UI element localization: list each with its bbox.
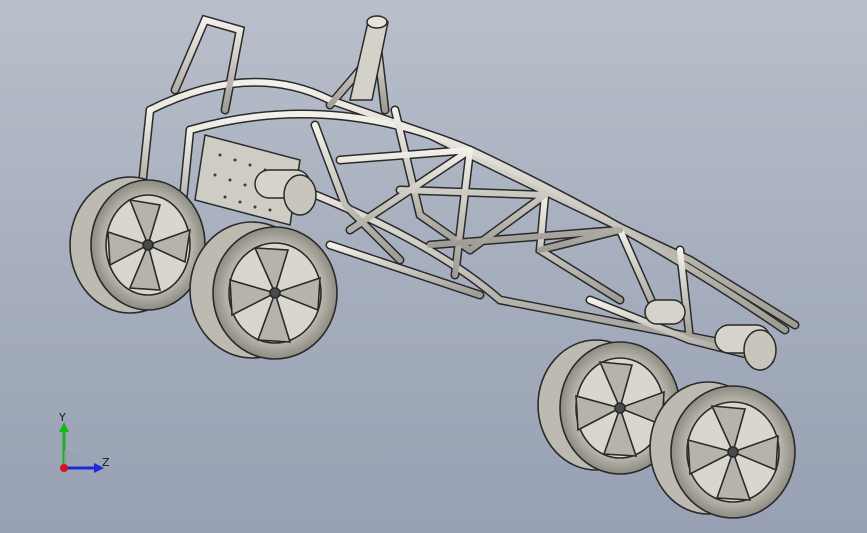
rover-chassis-model[interactable] [0,0,867,533]
axis-triad-graphic [59,422,104,473]
z-axis-label: Z [102,456,110,469]
graphics-viewport[interactable]: Y Z [0,0,867,533]
axis-triad-icon: Y Z [40,410,120,480]
wheel-rear-left [69,176,206,314]
wheel-front-right [649,381,796,519]
wheel-front-left [189,221,338,360]
x-axis-point [60,464,68,472]
y-axis-label: Y [59,411,66,424]
